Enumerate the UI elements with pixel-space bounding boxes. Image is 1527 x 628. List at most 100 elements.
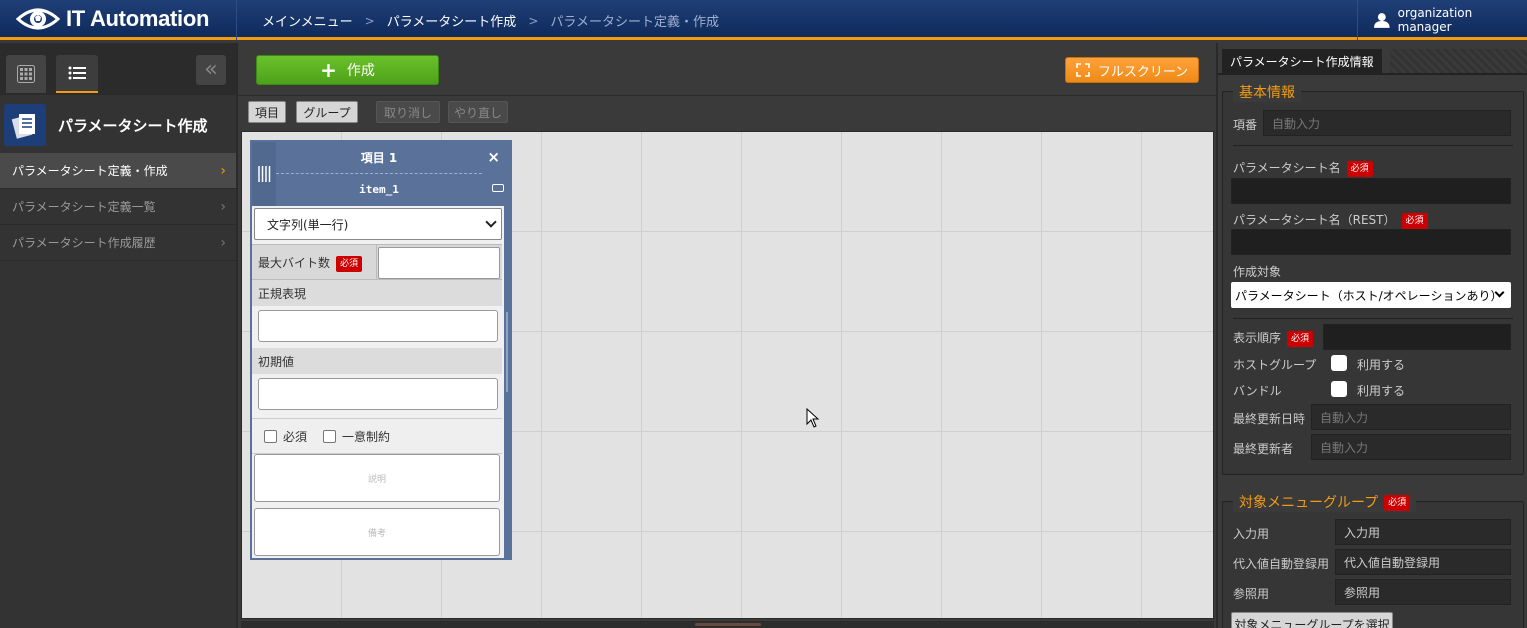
- target-select-value: パラメータシート（ホスト/オペレーションあり）: [1235, 288, 1503, 303]
- scrollbar-thumb[interactable]: [695, 623, 761, 626]
- fullscreen-button-label: フルスクリーン: [1097, 64, 1189, 80]
- bundle-checkbox[interactable]: [1331, 381, 1347, 397]
- menu-group-legend-text: 対象メニューグループ: [1239, 495, 1379, 511]
- fullscreen-button[interactable]: フルスクリーン: [1065, 57, 1199, 83]
- sidebar-item-label: パラメータシート定義一覧: [12, 200, 156, 214]
- create-button[interactable]: + 作成: [256, 55, 439, 85]
- menu-group-section: 対象メニューグループ 必須 入力用 入力用 代入値自動登録用 代入値自動登録用 参…: [1222, 492, 1524, 628]
- collapse-sidebar-button[interactable]: «: [196, 55, 226, 85]
- plus-icon: +: [320, 58, 337, 82]
- tab-bar-filler: [1390, 49, 1527, 73]
- updated-by-label: 最終更新者: [1233, 442, 1294, 456]
- item-name[interactable]: item_1: [276, 174, 482, 204]
- redo-button[interactable]: やり直し: [448, 101, 508, 123]
- input-group-field: 入力用: [1335, 519, 1511, 545]
- required-checkbox[interactable]: [264, 429, 277, 443]
- app-title: IT Automation: [66, 6, 210, 31]
- chevron-right-icon: >: [364, 13, 375, 28]
- item-card-header: 項目 1 × item_1: [252, 142, 510, 206]
- regex-input[interactable]: [258, 310, 498, 342]
- item-type-select[interactable]: 文字列(単一行): [254, 208, 502, 240]
- tab-parameter-sheet-info[interactable]: パラメータシート作成情報: [1222, 49, 1382, 73]
- design-canvas[interactable]: 項目 1 × item_1 文字列(単一行) 最大バイト数 必須 正規表現 初期値: [241, 131, 1214, 619]
- updated-at-field: 自動入力: [1311, 404, 1511, 430]
- hostgroup-checkbox[interactable]: [1331, 355, 1347, 371]
- max-bytes-input[interactable]: [378, 247, 500, 279]
- sidebar-item-label: パラメータシート定義・作成: [12, 164, 168, 178]
- sidebar-tabs: «: [0, 43, 236, 95]
- divider: [1233, 318, 1513, 319]
- bundle-label: バンドル: [1233, 384, 1282, 398]
- menu-group-legend: 対象メニューグループ 必須: [1233, 492, 1417, 512]
- item-type-value: 文字列(単一行): [267, 217, 349, 232]
- required-badge: 必須: [1401, 212, 1428, 229]
- fullscreen-icon: [1076, 63, 1090, 77]
- remarks-textarea[interactable]: 備考: [254, 508, 500, 556]
- parameter-sheet-icon: [4, 104, 46, 146]
- sidebar-item-history[interactable]: パラメータシート作成履歴 ›: [0, 225, 236, 261]
- canvas-scrollbar[interactable]: [241, 621, 1214, 628]
- tab-underline: [1218, 73, 1527, 75]
- header-divider: [236, 0, 237, 40]
- sheet-name-label: パラメータシート名 必須: [1233, 159, 1373, 177]
- max-bytes-row: 最大バイト数 必須: [252, 244, 502, 281]
- sidebar-title-label: パラメータシート作成: [58, 116, 208, 135]
- app-logo[interactable]: IT Automation: [15, 4, 210, 34]
- default-value-input[interactable]: [258, 378, 498, 410]
- tab-menu-grid[interactable]: [6, 55, 46, 93]
- sidebar-item-define-create[interactable]: パラメータシート定義・作成 ›: [0, 153, 236, 189]
- sheet-name-rest-input[interactable]: [1231, 229, 1511, 255]
- chevron-down-icon: [485, 216, 497, 228]
- divider: [1233, 145, 1513, 146]
- item-card[interactable]: 項目 1 × item_1 文字列(単一行) 最大バイト数 必須 正規表現 初期値: [250, 140, 512, 560]
- updated-at-label: 最終更新日時: [1233, 412, 1306, 426]
- toolbar-divider: [238, 95, 1216, 96]
- order-label-text: 表示順序: [1233, 331, 1282, 345]
- unique-checkbox-label: 一意制約: [342, 429, 391, 444]
- basic-info-section: 基本情報 項番 自動入力 パラメータシート名 必須 パラメータシート名（REST）…: [1222, 82, 1524, 475]
- required-badge: 必須: [1384, 495, 1411, 511]
- target-select[interactable]: パラメータシート（ホスト/オペレーションあり）: [1231, 282, 1511, 308]
- create-button-label: 作成: [346, 63, 375, 79]
- basic-info-legend: 基本情報: [1233, 82, 1301, 102]
- sheet-name-rest-label-text: パラメータシート名（REST）: [1233, 213, 1396, 227]
- undo-button[interactable]: 取り消し: [376, 101, 440, 123]
- user-icon: [1374, 13, 1390, 28]
- user-menu[interactable]: organization manager: [1357, 0, 1527, 40]
- constraint-checks: 必須 一意制約: [252, 418, 502, 454]
- hostgroup-label: ホストグループ: [1233, 358, 1317, 372]
- unique-checkbox[interactable]: [323, 429, 337, 443]
- item-no-label: 項番: [1233, 118, 1258, 132]
- drag-handle-icon[interactable]: [252, 142, 276, 206]
- ref-group-field: 参照用: [1335, 579, 1511, 605]
- order-input[interactable]: [1323, 324, 1511, 350]
- subst-group-field: 代入値自動登録用: [1335, 549, 1511, 575]
- user-name: organization manager: [1397, 6, 1473, 34]
- card-resize-handle[interactable]: [504, 142, 510, 558]
- tab-menu-list[interactable]: [56, 55, 98, 93]
- double-chevron-left-icon: «: [204, 57, 218, 82]
- select-menu-group-button[interactable]: 対象メニューグループを選択: [1231, 612, 1393, 628]
- subst-group-label: 代入値自動登録用: [1233, 557, 1330, 571]
- breadcrumb-parameter-sheet[interactable]: パラメータシート作成: [387, 11, 517, 30]
- required-checkbox-label: 必須: [283, 429, 308, 444]
- logo-eye-icon: [15, 4, 61, 34]
- sidebar-item-define-list[interactable]: パラメータシート定義一覧 ›: [0, 189, 236, 225]
- sidebar-menu: パラメータシート定義・作成 › パラメータシート定義一覧 › パラメータシート作…: [0, 153, 236, 261]
- left-sidebar: « パラメータシート作成 パラメータシート定義・作成 › パラメータシート定義一…: [0, 43, 236, 628]
- item-title[interactable]: 項目 1: [276, 142, 482, 174]
- add-item-button[interactable]: 項目: [248, 101, 286, 123]
- max-bytes-label-text: 最大バイト数: [258, 256, 331, 270]
- link-icon[interactable]: [492, 184, 504, 192]
- add-group-button[interactable]: グループ: [296, 101, 358, 123]
- breadcrumb-main-menu[interactable]: メインメニュー: [262, 11, 353, 30]
- breadcrumb: メインメニュー > パラメータシート作成 > パラメータシート定義・作成: [262, 11, 719, 31]
- chevron-right-icon: >: [528, 13, 539, 28]
- divider: [376, 245, 377, 281]
- close-icon[interactable]: ×: [487, 148, 500, 166]
- sheet-name-rest-label: パラメータシート名（REST） 必須: [1233, 211, 1428, 229]
- sheet-name-input[interactable]: [1231, 178, 1511, 204]
- max-bytes-label: 最大バイト数 必須: [258, 254, 363, 272]
- bundle-use-label: 利用する: [1357, 384, 1406, 398]
- description-textarea[interactable]: 説明: [254, 454, 500, 502]
